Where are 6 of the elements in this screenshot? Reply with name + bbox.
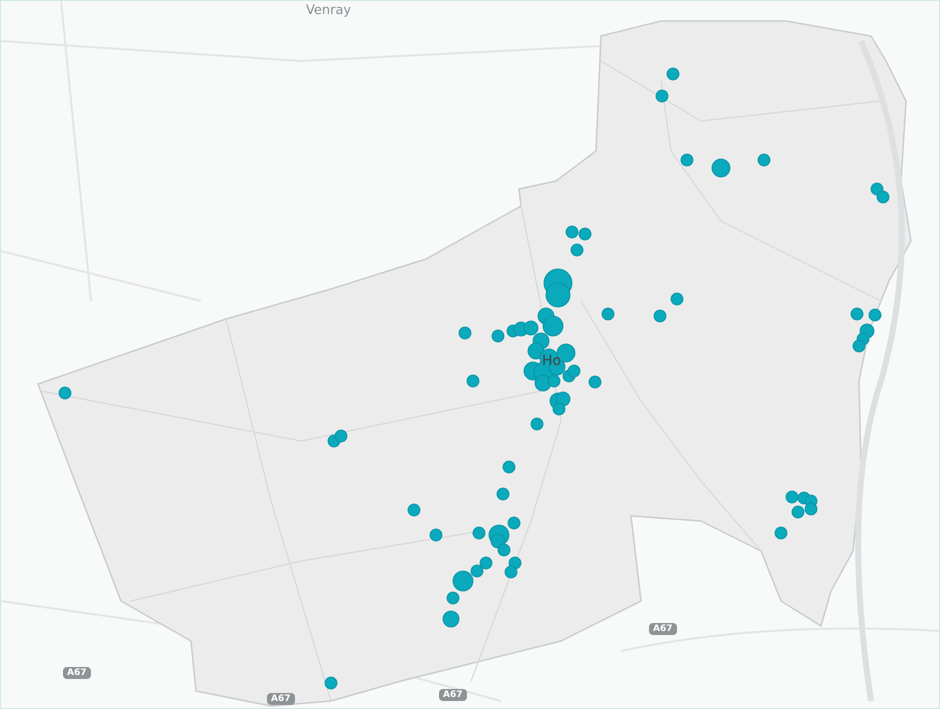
road-shield: A67 xyxy=(649,623,676,635)
road-shield: A67 xyxy=(439,689,466,701)
road-shield: A67 xyxy=(63,667,90,679)
place-label: Venray xyxy=(306,2,352,20)
road-shield: A67 xyxy=(267,693,294,705)
place-label: Ho xyxy=(542,352,562,371)
